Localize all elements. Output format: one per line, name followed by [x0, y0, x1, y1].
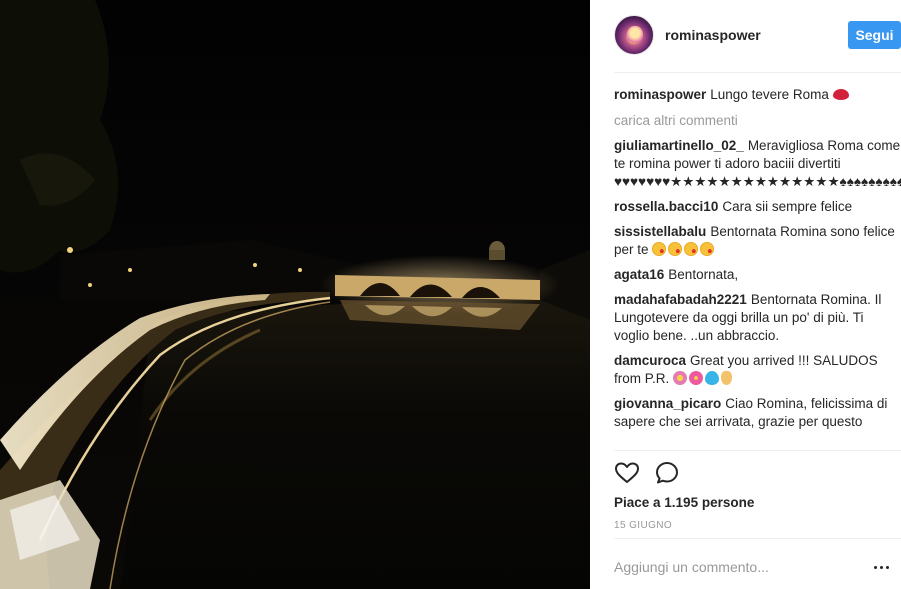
add-comment-input[interactable] [614, 552, 854, 582]
ellipsis-dot [886, 566, 889, 569]
heart-outline-icon[interactable] [614, 460, 640, 486]
kissing-face-emoji [684, 242, 699, 256]
post-date[interactable]: 15 GIUGNO [614, 520, 672, 531]
likes-count[interactable]: Piace a 1.195 persone [614, 495, 754, 510]
instagram-post: rominaspower Segui rominaspower Lungo tev… [0, 0, 901, 589]
input-divider [614, 538, 901, 539]
hibiscus-emoji [689, 371, 704, 385]
kiss-lips-emoji [832, 89, 849, 100]
comment-item: sissistellabalu Bentornata Romina sono fe… [614, 223, 901, 259]
comment-item: giuliamartinello_02_ Meravigliosa Roma co… [614, 137, 901, 191]
header-divider [614, 72, 901, 73]
comment-item: damcuroca Great you arrived !!! SALUDOS f… [614, 352, 901, 388]
caption-text: Lungo tevere Roma [710, 87, 829, 102]
ellipsis-dot [880, 566, 883, 569]
ellipsis-dot [874, 566, 877, 569]
post-side-panel: rominaspower Segui rominaspower Lungo tev… [590, 0, 901, 589]
comment-item: madahafabadah2221 Bentornata Romina. Il L… [614, 291, 901, 345]
comment-item: agata16 Bentornata, [614, 266, 901, 284]
caption-username[interactable]: rominaspower [614, 87, 706, 102]
post-author-username[interactable]: rominaspower [665, 27, 761, 43]
speech-bubble-icon[interactable] [654, 460, 680, 486]
post-photo[interactable] [0, 0, 590, 589]
comment-username[interactable]: agata16 [614, 267, 664, 282]
avatar-image [627, 26, 643, 44]
comments-list[interactable]: rominaspower Lungo tevere Roma carica alt… [614, 86, 901, 450]
blue-heart-emoji [705, 371, 720, 385]
night-river-photo [0, 0, 590, 589]
avatar[interactable] [614, 15, 654, 55]
comment-text: Cara sii sempre felice [722, 199, 853, 214]
comment-username[interactable]: giuliamartinello_02_ [614, 138, 744, 153]
comment-username[interactable]: madahafabadah2221 [614, 292, 747, 307]
comments-divider [614, 450, 901, 451]
caption: rominaspower Lungo tevere Roma [614, 86, 901, 104]
comment-text: Bentornata, [668, 267, 739, 282]
comment-username[interactable]: rossella.bacci10 [614, 199, 718, 214]
post-actions [614, 460, 714, 490]
comment-username[interactable]: damcuroca [614, 353, 686, 368]
ellipsis-icon[interactable] [872, 558, 892, 576]
kissing-face-emoji [700, 242, 715, 256]
comment-username[interactable]: giovanna_picaro [614, 396, 721, 411]
load-more-comments-link[interactable]: carica altri commenti [614, 112, 901, 130]
comment-username[interactable]: sissistellabalu [614, 224, 706, 239]
kissing-face-emoji [668, 242, 683, 256]
comment-item: rossella.bacci10 Cara sii sempre felice [614, 198, 901, 216]
flower-emoji [673, 371, 688, 385]
follow-button[interactable]: Segui [848, 21, 901, 49]
comment-item: giovanna_picaro Ciao Romina, felicissima … [614, 395, 901, 431]
post-header: rominaspower Segui [590, 0, 901, 72]
victory-hand-emoji [721, 371, 733, 385]
kissing-face-emoji [652, 242, 667, 256]
